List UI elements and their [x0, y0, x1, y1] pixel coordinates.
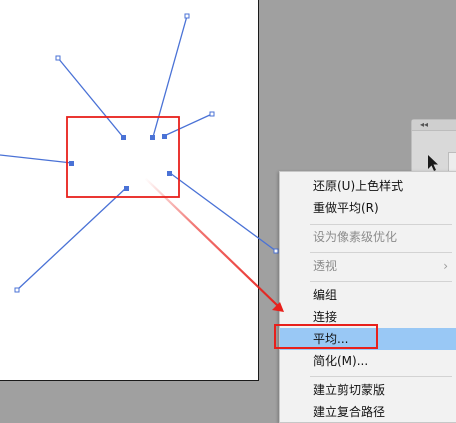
selection-arrow-icon[interactable] — [427, 154, 439, 172]
path-segment[interactable] — [163, 113, 213, 137]
menu-item-make-clipping-mask[interactable]: 建立剪切蒙版 — [280, 379, 456, 401]
anchor-point-handle[interactable] — [184, 13, 190, 19]
anchor-point-selected[interactable] — [69, 161, 74, 166]
vector-canvas[interactable] — [0, 0, 280, 300]
menu-separator — [310, 281, 452, 282]
menu-item-redo-average[interactable]: 重做平均(R) — [280, 197, 456, 219]
anchor-point-handle[interactable] — [14, 287, 20, 293]
menu-separator — [310, 376, 452, 377]
anchor-point-selected[interactable] — [162, 134, 167, 139]
menu-separator — [310, 252, 452, 253]
path-segment[interactable] — [16, 187, 127, 291]
path-segment[interactable] — [152, 15, 188, 138]
menu-item-pixel-optimize[interactable]: 设为像素级优化 — [280, 226, 456, 248]
menu-item-group[interactable]: 编组 — [280, 284, 456, 306]
path-segment[interactable] — [0, 154, 73, 164]
anchor-point-selected[interactable] — [124, 186, 129, 191]
anchor-point-selected[interactable] — [167, 171, 172, 176]
menu-item-undo-coloring[interactable]: 还原(U)上色样式 — [280, 175, 456, 197]
menu-item-label: 透视 — [313, 259, 338, 273]
anchor-point-handle[interactable] — [273, 248, 279, 254]
menu-item-average[interactable]: 平均... — [280, 328, 456, 350]
menu-separator — [310, 224, 452, 225]
anchor-point-handle[interactable] — [55, 55, 61, 61]
menu-item-join[interactable]: 连接 — [280, 306, 456, 328]
menu-item-perspective[interactable]: 透视 › — [280, 255, 456, 277]
anchor-point-handle[interactable] — [209, 111, 215, 117]
anchor-point-selected[interactable] — [121, 135, 126, 140]
chevron-right-icon: › — [443, 259, 448, 273]
context-menu: 还原(U)上色样式 重做平均(R) 设为像素级优化 透视 › 编组 连接 平均.… — [279, 171, 456, 423]
path-segment[interactable] — [169, 172, 277, 252]
menu-item-make-compound-path[interactable]: 建立复合路径 — [280, 401, 456, 423]
menu-item-simplify[interactable]: 简化(M)... — [280, 350, 456, 372]
anchor-point-selected[interactable] — [150, 135, 155, 140]
path-segment[interactable] — [57, 57, 124, 138]
panel-collapse-grip[interactable]: ◂◂ — [412, 120, 456, 131]
